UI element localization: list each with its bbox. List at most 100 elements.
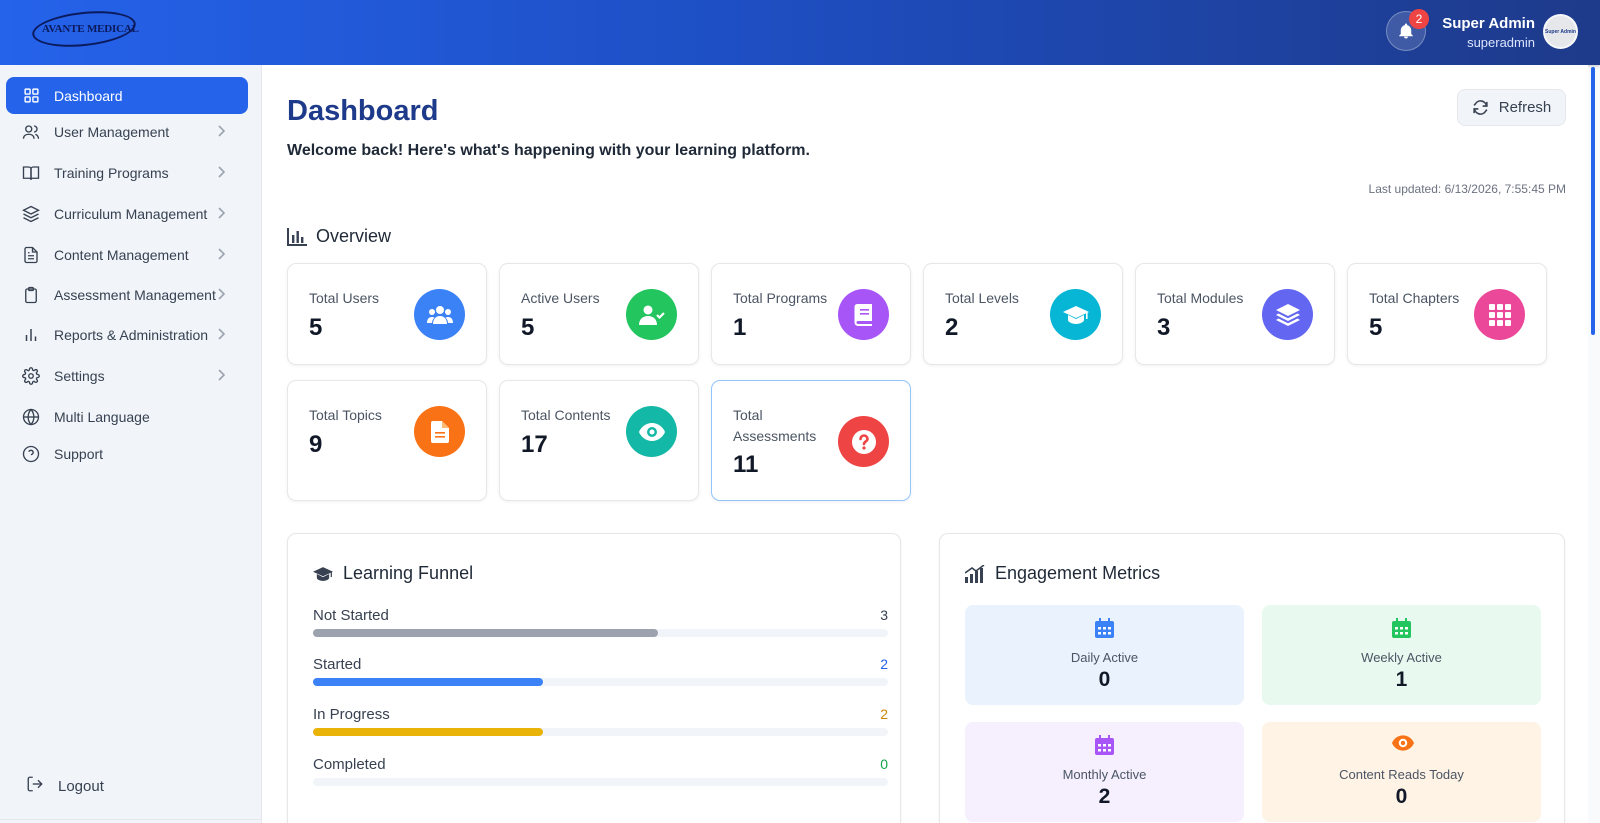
last-updated: Last updated: 6/13/2026, 7:55:45 PM: [1368, 182, 1566, 196]
file-text-icon: [22, 246, 40, 264]
graduation-cap-icon: [313, 566, 333, 582]
funnel-row-not-started: Not Started 3: [313, 607, 888, 637]
overview-title: Overview: [316, 226, 392, 246]
main-content: Dashboard Welcome back! Here's what's ha…: [262, 65, 1588, 823]
page-title: Dashboard: [287, 95, 439, 127]
user-role: superadmin: [1467, 35, 1535, 50]
stat-card-total-assessments[interactable]: Total Assessments 11: [711, 380, 911, 501]
metric-label: Content Reads Today: [1339, 767, 1464, 782]
layers-icon: [22, 205, 40, 223]
brand-logo[interactable]: AVANTE MEDICAL: [30, 6, 142, 52]
refresh-button[interactable]: Refresh: [1457, 89, 1566, 126]
learning-funnel-panel: Learning Funnel Not Started 3 Started 2 …: [287, 533, 901, 823]
stat-value: 1: [733, 314, 747, 341]
metric-weekly-active: Weekly Active 1: [1262, 605, 1541, 705]
calendar-icon: [1392, 618, 1411, 638]
stat-label: Total Chapters: [1369, 290, 1460, 306]
clipboard-icon: [22, 286, 40, 304]
stat-card-total-modules[interactable]: Total Modules 3: [1135, 263, 1335, 365]
stat-card-active-users[interactable]: Active Users 5: [499, 263, 699, 365]
help-circle-icon: [22, 445, 40, 463]
sidebar-item-training-programs[interactable]: Training Programs: [6, 154, 248, 191]
chevron-right-icon: [217, 124, 226, 141]
stat-label: Total Modules: [1157, 290, 1244, 306]
notification-badge: 2: [1409, 9, 1429, 29]
stat-card-total-contents[interactable]: Total Contents 17: [499, 380, 699, 501]
funnel-count: 2: [880, 706, 888, 722]
user-check-icon: [626, 289, 677, 340]
metric-label: Monthly Active: [1062, 767, 1147, 782]
scrollbar-thumb[interactable]: [1591, 67, 1595, 335]
sidebar-item-multi-language[interactable]: Multi Language: [6, 398, 248, 435]
chevron-right-icon: [217, 247, 226, 264]
divider: [0, 819, 262, 820]
metric-monthly-active: Monthly Active 2: [965, 722, 1244, 822]
avatar-text: Super Admin: [1545, 28, 1576, 35]
stat-card-total-programs[interactable]: Total Programs 1: [711, 263, 911, 365]
stat-label: Total Levels: [945, 290, 1019, 306]
top-header: AVANTE MEDICAL 2 Super Admin superadmin …: [0, 0, 1600, 65]
globe-icon: [22, 407, 40, 426]
sidebar-item-label: Settings: [54, 367, 105, 384]
metric-value: 1: [1395, 668, 1408, 691]
sidebar-item-curriculum-management[interactable]: Curriculum Management: [6, 195, 248, 232]
chevron-right-icon: [217, 165, 226, 182]
funnel-row-started: Started 2: [313, 656, 888, 686]
logout-button[interactable]: Logout: [26, 775, 104, 797]
stat-card-total-users[interactable]: Total Users 5: [287, 263, 487, 365]
funnel-title: Learning Funnel: [343, 563, 474, 583]
stat-card-total-topics[interactable]: Total Topics 9: [287, 380, 487, 501]
sidebar-item-content-management[interactable]: Content Management: [6, 236, 248, 273]
users-icon: [414, 289, 465, 340]
chevron-right-icon: [217, 206, 226, 223]
graduation-cap-icon: [1050, 289, 1101, 340]
stat-value: 2: [945, 314, 959, 341]
layers-icon: [1262, 289, 1313, 340]
sidebar-item-dashboard[interactable]: Dashboard: [6, 77, 248, 114]
calendar-icon: [1095, 618, 1114, 638]
eye-icon: [1392, 735, 1414, 751]
stat-value: 5: [521, 314, 535, 341]
funnel-label: Not Started: [313, 607, 389, 624]
grid-icon: [1474, 289, 1525, 340]
sidebar-item-settings[interactable]: Settings: [6, 357, 248, 394]
funnel-label: In Progress: [313, 706, 390, 723]
funnel-label: Completed: [313, 756, 386, 773]
file-text-icon: [414, 406, 465, 457]
progress-fill: [313, 629, 658, 637]
funnel-row-in-progress: In Progress 2: [313, 706, 888, 736]
users-icon: [22, 123, 40, 141]
user-name[interactable]: Super Admin: [1442, 15, 1535, 32]
funnel-count: 0: [880, 756, 888, 772]
metric-content-reads-today: Content Reads Today 0: [1262, 722, 1541, 822]
progress-track: [313, 629, 888, 637]
stat-value: 9: [309, 431, 323, 458]
panel-title: Learning Funnel: [313, 563, 473, 584]
stat-value: 11: [733, 451, 759, 478]
metric-label: Weekly Active: [1361, 650, 1442, 665]
progress-track: [313, 728, 888, 736]
sidebar-item-user-management[interactable]: User Management: [6, 113, 248, 150]
grid-icon: [22, 87, 40, 105]
funnel-label: Started: [313, 656, 362, 673]
sidebar-item-assessment-management[interactable]: Assessment Management: [6, 276, 248, 313]
stat-label: Total Users: [309, 290, 380, 306]
engagement-metrics-panel: Engagement Metrics Daily Active 0 Weekly…: [939, 533, 1565, 823]
eye-icon: [626, 406, 677, 457]
stat-card-total-chapters[interactable]: Total Chapters 5: [1347, 263, 1547, 365]
avatar[interactable]: Super Admin: [1543, 14, 1578, 49]
sidebar-item-label: Multi Language: [54, 408, 150, 425]
stat-card-total-levels[interactable]: Total Levels 2: [923, 263, 1123, 365]
sidebar-item-support[interactable]: Support: [6, 435, 248, 472]
stat-value: 5: [309, 314, 323, 341]
calendar-icon: [1095, 735, 1114, 755]
metric-value: 0: [1098, 668, 1111, 691]
book-open-icon: [22, 164, 40, 182]
question-circle-icon: [838, 416, 889, 467]
refresh-icon: [1472, 99, 1489, 116]
sidebar-item-label: Content Management: [54, 246, 189, 263]
stat-label: Active Users: [521, 290, 600, 306]
stat-label: Total Assessments: [733, 407, 817, 444]
logout-label: Logout: [58, 777, 104, 795]
sidebar-item-reports-administration[interactable]: Reports & Administration: [6, 316, 248, 353]
